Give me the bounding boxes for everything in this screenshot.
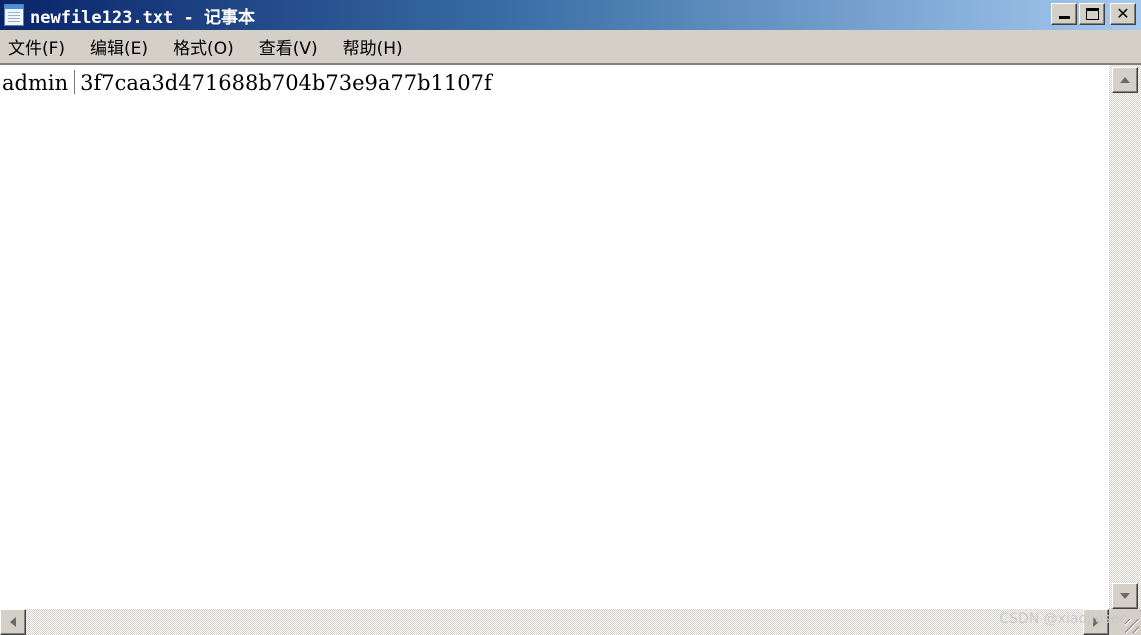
arrow-left-icon <box>10 617 16 627</box>
notepad-icon[interactable] <box>4 4 24 26</box>
text-user: admin <box>2 71 69 95</box>
resize-grip-icon <box>1125 619 1139 633</box>
scroll-up-button[interactable] <box>1112 67 1138 93</box>
watermark: CSDN @xiaojiesec <box>999 611 1127 627</box>
scroll-down-button[interactable] <box>1112 583 1138 609</box>
close-icon: ✕ <box>1116 4 1130 23</box>
scroll-left-button[interactable] <box>0 609 26 635</box>
title-bar[interactable]: newfile123.txt - 记事本 ✕ <box>0 0 1141 30</box>
close-button[interactable]: ✕ <box>1110 3 1136 25</box>
menu-bar: 文件(F) 编辑(E) 格式(O) 查看(V) 帮助(H) <box>0 30 1141 63</box>
text-line: admin 3f7caa3d471688b704b73e9a77b1107f <box>2 70 492 95</box>
arrow-up-icon <box>1120 77 1130 83</box>
vertical-scrollbar[interactable] <box>1109 65 1141 609</box>
maximize-button[interactable] <box>1079 3 1105 25</box>
text-hash: 3f7caa3d471688b704b73e9a77b1107f <box>80 71 492 95</box>
maximize-icon <box>1086 8 1099 20</box>
menu-format[interactable]: 格式(O) <box>164 34 243 59</box>
menu-view[interactable]: 查看(V) <box>250 34 327 59</box>
editor-frame: admin 3f7caa3d471688b704b73e9a77b1107f <box>0 63 1141 635</box>
menu-file[interactable]: 文件(F) <box>0 34 74 59</box>
arrow-down-icon <box>1120 593 1130 599</box>
window-controls: ✕ <box>1051 3 1136 25</box>
text-caret <box>74 70 76 94</box>
minimize-icon <box>1059 16 1070 19</box>
notepad-window: newfile123.txt - 记事本 ✕ 文件(F) 编辑(E) 格式(O)… <box>0 0 1141 635</box>
menu-edit[interactable]: 编辑(E) <box>81 34 157 59</box>
horizontal-scrollbar[interactable] <box>0 609 1109 635</box>
window-title: newfile123.txt - 记事本 <box>30 7 255 28</box>
minimize-button[interactable] <box>1051 3 1077 25</box>
menu-help[interactable]: 帮助(H) <box>334 34 412 59</box>
text-editor[interactable]: admin 3f7caa3d471688b704b73e9a77b1107f <box>0 65 1109 609</box>
